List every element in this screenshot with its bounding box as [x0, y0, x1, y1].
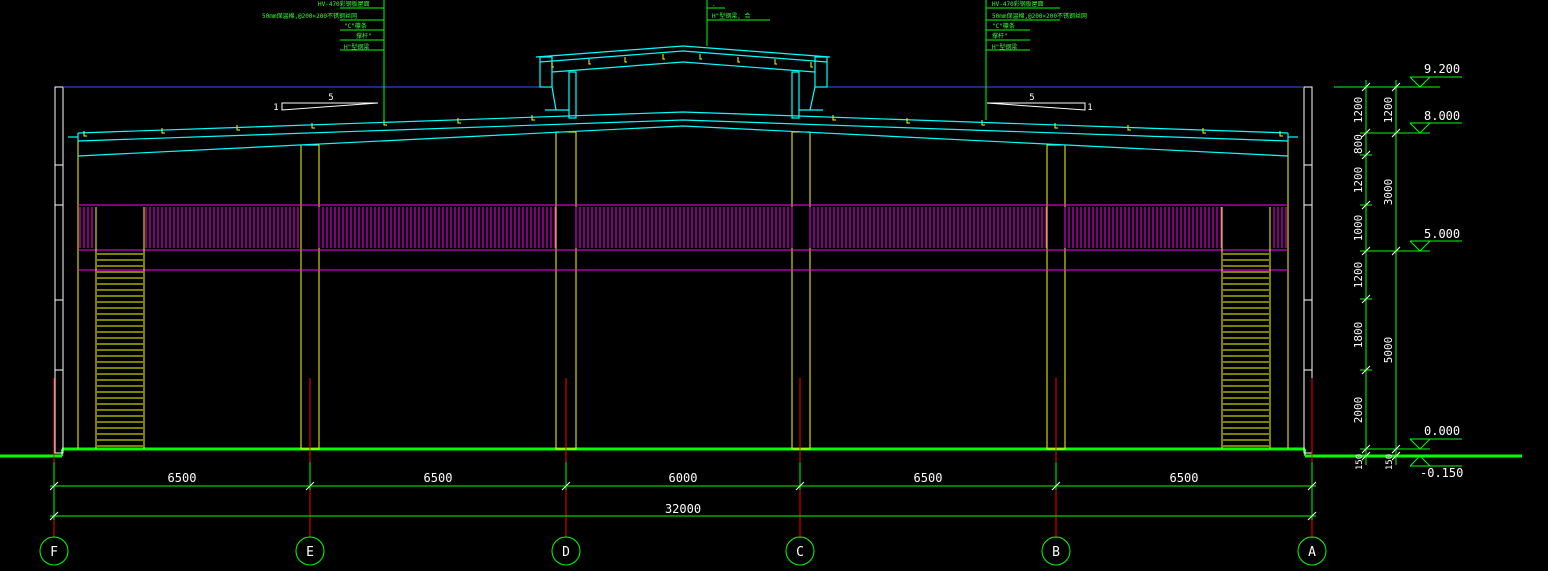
note-mid-2: H"型钢梁, 合	[712, 12, 750, 20]
vdim-inner-3: 1200	[1352, 167, 1365, 194]
vdim-outer-3: 5000	[1382, 337, 1395, 364]
span-dim-3: 6000	[669, 471, 698, 485]
total-dim: 32000	[665, 502, 701, 516]
note-right-2: 50mm保温棉,@200×200不锈钢丝网	[992, 12, 1087, 20]
note-leaders	[340, 0, 1060, 120]
columns	[77, 131, 1289, 450]
note-left-3: "C"檩条	[344, 22, 367, 30]
axis-label-E: E	[306, 545, 314, 560]
slope-left-den: 5	[328, 93, 333, 103]
span-dim-1: 6500	[168, 471, 197, 485]
skylight-purlins	[551, 54, 813, 68]
vdim-outer-1: 1200	[1382, 97, 1395, 124]
note-right-1: HV-470彩钢板屋面	[992, 0, 1044, 8]
axis-label-A: A	[1308, 545, 1316, 560]
axis-label-D: D	[562, 545, 570, 560]
vdim-outer-2: 3000	[1382, 179, 1395, 206]
note-right-5: H"型钢梁	[992, 43, 1017, 51]
span-dim-4: 6500	[914, 471, 943, 485]
elevation-drawing: 6500 6500 6000 6500 6500 32000 F E D C B…	[0, 0, 1522, 566]
span-dim-5: 6500	[1170, 471, 1199, 485]
vertical-dimension-lines	[1334, 80, 1440, 465]
vdim-outer-4: 150	[1385, 454, 1395, 470]
ground-line	[0, 447, 1522, 458]
vdim-inner-6: 1800	[1352, 322, 1365, 349]
note-right-4: 撑杆"	[992, 32, 1008, 40]
ridge-skylight	[535, 45, 831, 119]
span-dim-2: 6500	[424, 471, 453, 485]
axis-bubbles	[39, 536, 1327, 566]
slope-left-num: 1	[273, 103, 278, 113]
mezzanine-railing	[78, 204, 1288, 271]
slope-indicator-right	[986, 102, 1086, 111]
roof	[68, 111, 1298, 157]
slope-right-num: 1	[1087, 103, 1092, 113]
vdim-inner-2: 800	[1352, 134, 1365, 154]
vdim-inner-5: 1200	[1352, 262, 1365, 289]
stairs	[95, 207, 1271, 449]
vdim-inner-7: 2000	[1352, 397, 1365, 424]
level-minus-0150: -0.150	[1420, 466, 1463, 480]
note-left-1: HV-470彩钢板屋面	[318, 0, 370, 8]
note-right-3: "C"檩条	[992, 22, 1015, 30]
axis-label-C: C	[796, 545, 804, 560]
axis-label-B: B	[1052, 545, 1060, 560]
level-5000: 5.000	[1424, 227, 1460, 241]
level-0000: 0.000	[1424, 424, 1460, 438]
note-left-2: 50mm保温棉,@200×200不锈钢丝网	[262, 12, 357, 20]
note-left-5: H"型钢梁	[344, 43, 369, 51]
note-mid-1: .	[712, 1, 716, 8]
vdim-inner-1: 1200	[1352, 97, 1365, 124]
vertical-dimension-ticks	[1361, 82, 1401, 461]
level-markers	[1409, 76, 1522, 467]
slope-indicator-left	[281, 102, 379, 111]
level-8000: 8.000	[1424, 109, 1460, 123]
level-9200: 9.200	[1424, 62, 1460, 76]
note-left-4: 撑杆"	[356, 32, 372, 40]
slope-right-den: 5	[1029, 93, 1034, 103]
axis-label-F: F	[50, 545, 58, 560]
vdim-inner-8: 150	[1355, 454, 1365, 470]
vdim-inner-4: 1000	[1352, 215, 1365, 242]
